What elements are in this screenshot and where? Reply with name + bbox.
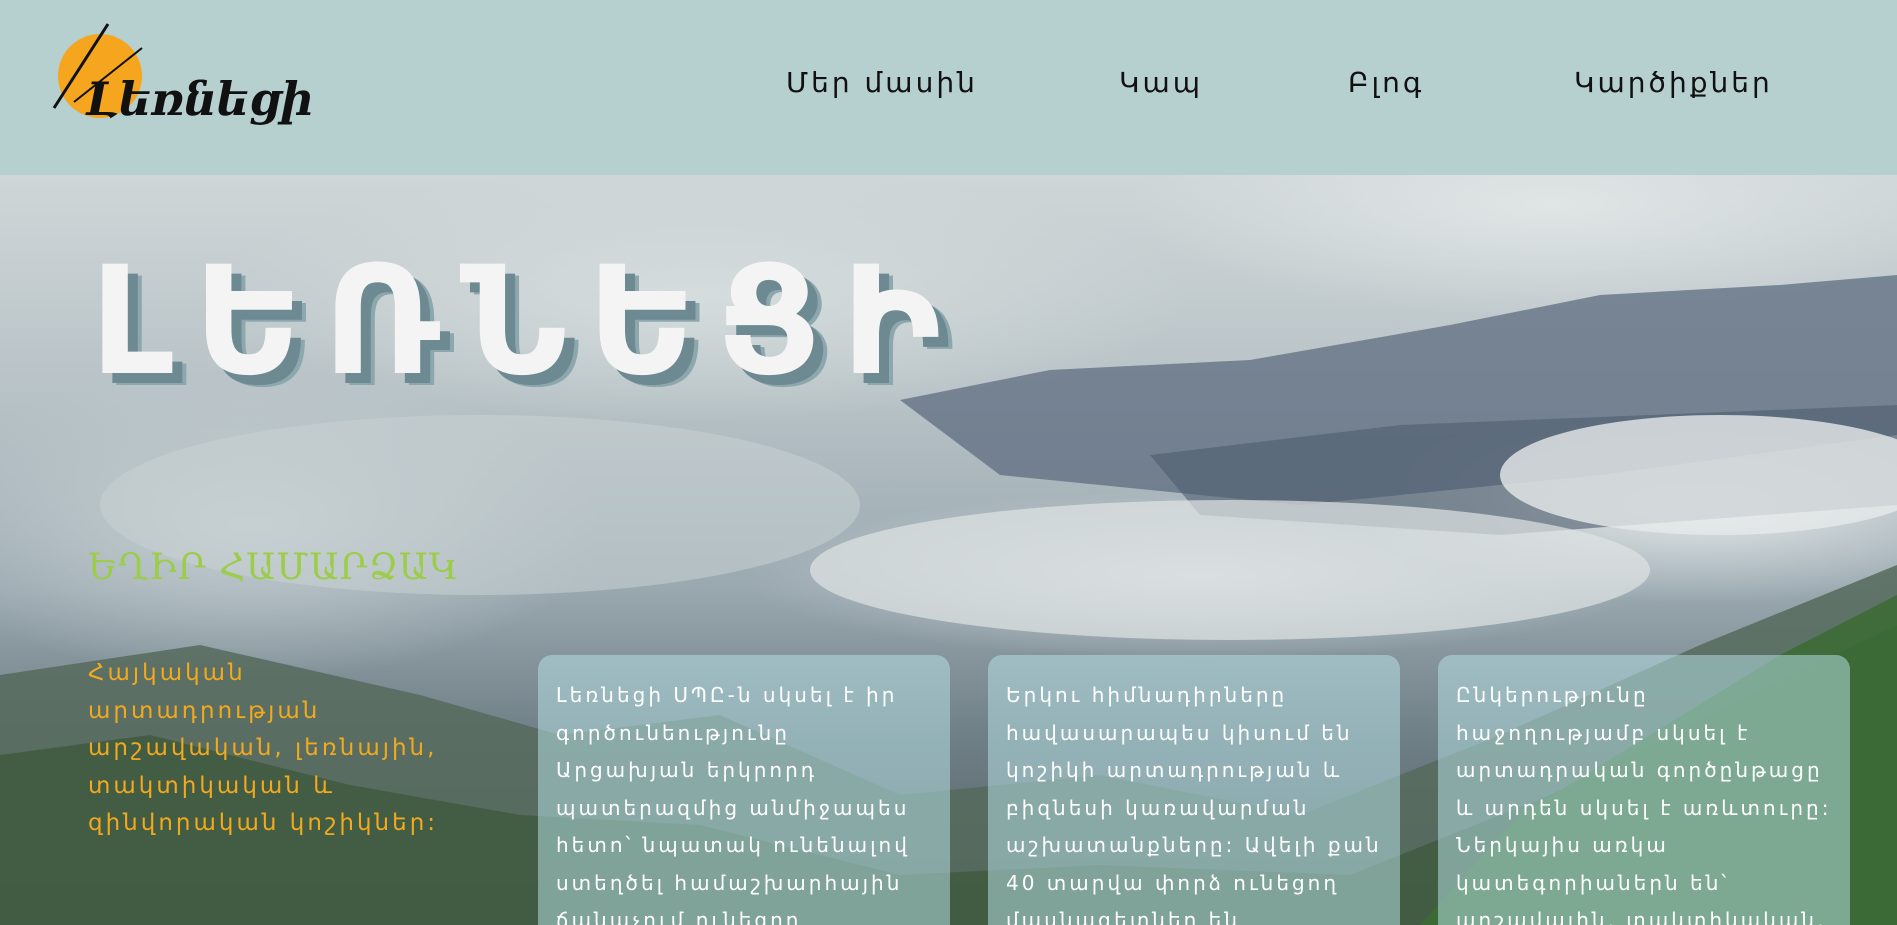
logo-wordmark: Լեռնեցի xyxy=(86,72,314,126)
hero-section: ԼԵՌՆԵՑԻ ԵՂԻՐ ՀԱՄԱՐՁԱԿ Հայկական արտադրութ… xyxy=(0,175,1897,925)
info-card-history: Լեռնեցի ՍՊԸ-ն սկսել է իր գործունեություն… xyxy=(538,655,950,925)
hero-subtitle: ԵՂԻՐ ՀԱՄԱՐՁԱԿ xyxy=(88,547,459,588)
nav-contact-link[interactable]: Կապ xyxy=(1119,66,1203,99)
nav-blog-link[interactable]: Բլոգ xyxy=(1348,66,1424,99)
nav-about-link[interactable]: Մեր մասին xyxy=(786,66,978,99)
info-card-founders: Երկու հիմնադիրները հավասարապես կիսում են… xyxy=(988,655,1400,925)
info-card-text: Երկու հիմնադիրները հավասարապես կիսում են… xyxy=(1006,683,1382,925)
info-card-text: Ընկերությունը հաջողությամբ սկսել է արտադ… xyxy=(1456,683,1832,925)
nav-reviews-link[interactable]: Կարծիքներ xyxy=(1574,66,1773,99)
site-header: Լեռնեցի Մեր մասին Կապ Բլոգ Կարծիքներ xyxy=(0,0,1897,175)
hero-title: ԼԵՌՆԵՑԻ xyxy=(90,235,962,409)
brand-logo[interactable]: Լեռնեցի xyxy=(50,18,314,138)
hero-tagline: Հայկական արտադրության արշավական, լեռնայի… xyxy=(88,660,439,836)
info-card-text: Լեռնեցի ՍՊԸ-ն սկսել է իր գործունեություն… xyxy=(556,683,910,925)
info-card-categories: Ընկերությունը հաջողությամբ սկսել է արտադ… xyxy=(1438,655,1850,925)
